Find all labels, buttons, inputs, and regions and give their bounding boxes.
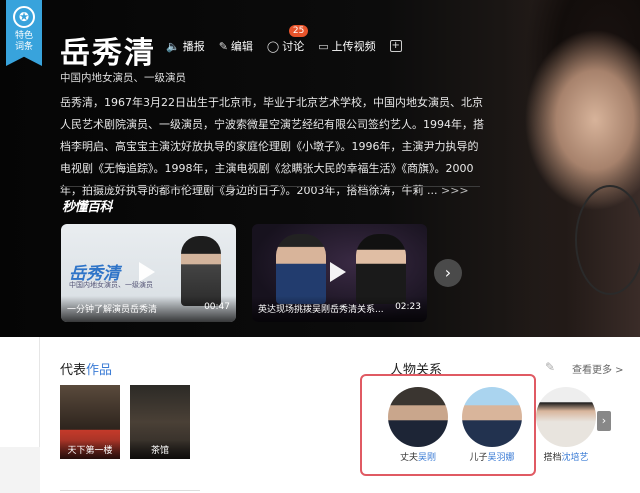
- badge-label: 特色词条: [14, 31, 33, 52]
- video-caption: 英达现场挑拨吴刚岳秀清关系...: [258, 305, 384, 315]
- relation-person[interactable]: 丈夫吴刚: [386, 387, 450, 463]
- video-duration: 02:23: [395, 302, 421, 312]
- play-icon[interactable]: [139, 262, 155, 282]
- divider: [60, 490, 200, 491]
- chevron-right-icon: ›: [444, 263, 452, 282]
- divider: [60, 186, 480, 187]
- play-icon[interactable]: [330, 262, 346, 282]
- discuss-button[interactable]: ◯ 讨论 25: [266, 25, 309, 54]
- hero-banner: ✪ 特色词条 岳秀清 🔈 播报 ✎ 编辑 ◯ 讨论 25 ▭ 上传视频 + 中国…: [0, 0, 640, 337]
- report-label: 播报: [182, 40, 205, 53]
- left-sidebar-strip: [0, 337, 40, 493]
- plus-icon: +: [389, 40, 402, 52]
- video-camera-icon: ▭: [318, 39, 329, 53]
- person-subtitle: 中国内地女演员、一级演员: [60, 72, 186, 84]
- relation-role: 儿子: [469, 453, 488, 463]
- report-button[interactable]: 🔈 播报: [166, 38, 205, 54]
- work-label: 天下第一楼: [60, 440, 120, 459]
- avatar[interactable]: [462, 387, 522, 447]
- upload-video-button[interactable]: ▭ 上传视频: [318, 38, 375, 54]
- discuss-count-badge: 25: [288, 25, 309, 37]
- speaker-icon: 🔈: [166, 39, 180, 53]
- relation-role: 丈夫: [399, 453, 418, 463]
- summary-body: 岳秀清，1967年3月22日出生于北京市，毕业于北京艺术学校，中国内地女演员、北…: [60, 96, 484, 197]
- video-duration: 00:47: [204, 302, 230, 312]
- content-panel: 代表作品 天下第一楼 茶馆 人物关系 ✎ 查看更多 > 丈夫吴刚 儿子吴羽娜 搭…: [40, 337, 640, 493]
- relation-name[interactable]: 吴羽娜: [488, 453, 515, 463]
- works-title-b: 作品: [86, 363, 113, 378]
- works-section-title: 代表作品: [60, 359, 112, 378]
- relation-name[interactable]: 沈培艺: [562, 453, 589, 463]
- special-entry-badge: ✪ 特色词条: [6, 0, 42, 66]
- video-card[interactable]: 英达现场挑拨吴刚岳秀清关系... 02:23: [252, 224, 427, 322]
- chevron-right-icon: ›: [601, 414, 607, 427]
- work-label: 茶馆: [130, 440, 190, 459]
- page-title: 岳秀清: [60, 36, 156, 71]
- discuss-label: 讨论: [282, 40, 305, 53]
- relation-caption: 搭档沈培艺: [534, 450, 598, 463]
- edit-label: 编辑: [230, 40, 253, 53]
- edit-button[interactable]: ✎ 编辑: [219, 38, 253, 54]
- upload-video-label: 上传视频: [331, 40, 376, 53]
- edit-pencil-icon[interactable]: ✎: [545, 360, 555, 374]
- relation-caption: 儿子吴羽娜: [460, 450, 524, 463]
- video-caption-bar: 一分钟了解演员岳秀清 00:47: [61, 296, 236, 322]
- earring-decoration: [575, 185, 640, 295]
- view-more-link[interactable]: 查看更多 >: [572, 361, 624, 376]
- miaodong-baike-logo: 秒懂百科: [62, 200, 113, 215]
- relations-next-button[interactable]: ›: [597, 411, 611, 431]
- relation-name[interactable]: 吴刚: [418, 453, 436, 463]
- works-list: 天下第一楼 茶馆: [60, 385, 190, 459]
- hero-portrait-image: [505, 0, 640, 337]
- pencil-icon: ✎: [218, 39, 228, 53]
- work-poster[interactable]: 茶馆: [130, 385, 190, 459]
- relation-person[interactable]: 搭档沈培艺: [534, 387, 598, 463]
- avatar[interactable]: [388, 387, 448, 447]
- video-thumbnail-figure: [276, 234, 326, 304]
- video-caption-bar: 英达现场挑拨吴刚岳秀清关系... 02:23: [252, 296, 427, 322]
- chat-bubble-icon: ◯: [266, 39, 280, 53]
- add-button[interactable]: +: [389, 40, 402, 52]
- video-thumbnail-figure: [356, 234, 406, 304]
- avatar[interactable]: [536, 387, 596, 447]
- video-caption: 一分钟了解演员岳秀清: [67, 305, 158, 315]
- lower-section: 代表作品 天下第一楼 茶馆 人物关系 ✎ 查看更多 > 丈夫吴刚 儿子吴羽娜 搭…: [0, 337, 640, 493]
- video-card[interactable]: 岳秀清 中国内地女演员、一级演员 一分钟了解演员岳秀清 00:47: [61, 224, 236, 322]
- relation-caption: 丈夫吴刚: [386, 450, 450, 463]
- video-next-button[interactable]: ›: [434, 259, 462, 287]
- relation-person[interactable]: 儿子吴羽娜: [460, 387, 524, 463]
- special-entry-icon: ✪: [13, 6, 35, 28]
- relation-role: 搭档: [543, 453, 562, 463]
- works-title-a: 代表: [60, 363, 87, 378]
- work-poster[interactable]: 天下第一楼: [60, 385, 120, 459]
- action-bar: 🔈 播报 ✎ 编辑 ◯ 讨论 25 ▭ 上传视频 +: [166, 25, 402, 54]
